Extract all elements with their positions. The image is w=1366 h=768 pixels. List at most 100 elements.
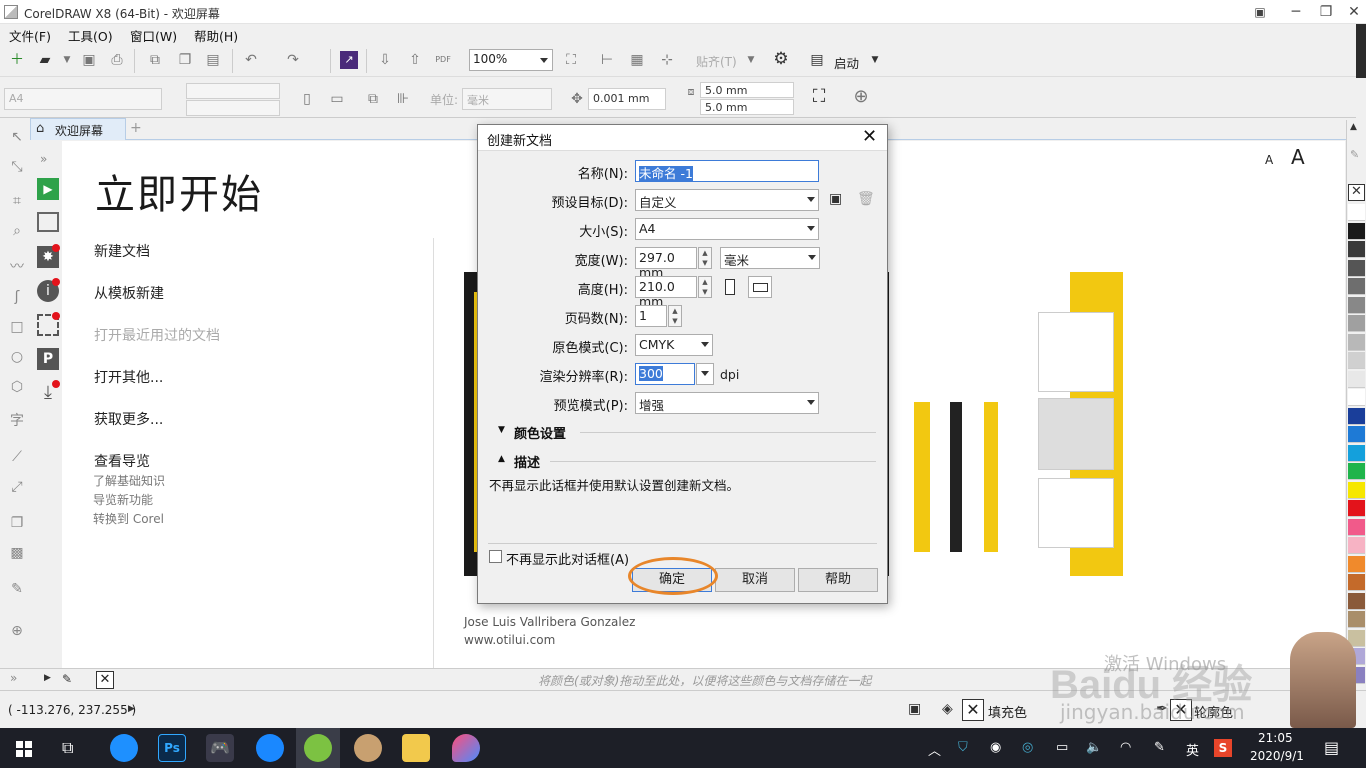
clock-date[interactable]: 2020/9/1 [1250, 749, 1304, 763]
ime-mode-indicator[interactable]: 英 [1186, 740, 1199, 759]
add-icon[interactable]: ⊕ [852, 88, 870, 106]
resolution-dropdown[interactable] [696, 363, 714, 385]
rectangle-tool-icon[interactable]: □ [8, 318, 26, 336]
name-input[interactable]: 未命名 -1 [635, 160, 819, 182]
fill-none-swatch[interactable]: ✕ [962, 699, 984, 721]
close-button[interactable]: ✕ [1336, 2, 1366, 22]
palette-eyedropper-icon[interactable]: ✎ [1350, 148, 1359, 161]
volume-icon[interactable]: 🔈 [1086, 740, 1102, 755]
workspace-icon[interactable] [37, 212, 59, 232]
color-swatch[interactable] [1348, 204, 1365, 221]
page-width-field[interactable] [186, 83, 280, 99]
color-mode-select[interactable]: CMYK [635, 334, 713, 356]
zoom-level-select[interactable]: 100% [469, 49, 553, 71]
print-icon[interactable]: ⎙ [108, 52, 126, 68]
portrait-orientation-button[interactable] [725, 279, 735, 295]
user-photo-icon[interactable] [354, 734, 382, 762]
launch-icon[interactable]: ▤ [808, 52, 826, 68]
help-button[interactable]: 帮助 [798, 568, 878, 592]
network-adapter-icon[interactable]: ▭ [1056, 740, 1068, 755]
cancel-button[interactable]: 取消 [715, 568, 795, 592]
color-swatch[interactable] [1348, 481, 1365, 499]
add-tool-icon[interactable]: ⊕ [8, 622, 26, 640]
launch-dropdown-icon[interactable]: ▼ [866, 52, 884, 68]
portrait-icon[interactable]: ▯ [298, 91, 316, 107]
color-swatch[interactable] [1348, 296, 1365, 314]
new-document-link[interactable]: 新建文档 [94, 241, 150, 261]
freehand-tool-icon[interactable]: 〰 [8, 258, 26, 276]
start-windows-icon[interactable] [16, 741, 32, 757]
ie-browser-icon[interactable] [110, 734, 138, 762]
open-dropdown-icon[interactable]: ▼ [58, 52, 76, 68]
rulers-icon[interactable]: ⊢ [598, 52, 616, 68]
shape-tool-icon[interactable]: ⤡ [8, 158, 26, 176]
zoom-tool-icon[interactable]: ⌕ [8, 222, 26, 240]
paste-icon[interactable]: ▤ [204, 52, 222, 68]
color-swatch[interactable] [1348, 592, 1365, 610]
color-swatch[interactable] [1348, 574, 1365, 591]
color-swatch[interactable] [1348, 315, 1365, 332]
duplicate-y-field[interactable]: 5.0 mm [700, 99, 794, 115]
photoshop-icon[interactable]: Ps [158, 734, 186, 762]
pen-input-icon[interactable]: ✎ [1154, 740, 1165, 755]
view-tour-heading[interactable]: 查看导览 [94, 451, 150, 471]
dont-show-checkbox[interactable] [489, 550, 502, 563]
file-explorer-icon[interactable] [402, 734, 430, 762]
new-document-icon[interactable]: ＋ [8, 52, 26, 68]
wifi-icon[interactable]: ◠ [1120, 740, 1131, 755]
delete-preset-icon[interactable]: 🗑 [857, 191, 875, 207]
landscape-icon[interactable]: ▭ [328, 91, 346, 107]
color-settings-section[interactable]: 颜色设置 [514, 423, 566, 442]
premium-icon[interactable]: P [37, 348, 59, 370]
save-preset-icon[interactable]: ▣ [829, 191, 842, 207]
full-screen-icon[interactable]: ⛶ [562, 52, 580, 68]
color-swatch[interactable] [1348, 241, 1365, 258]
grid-icon[interactable]: ▦ [628, 52, 646, 68]
transparency-icon[interactable]: ▩ [8, 544, 26, 562]
tour-switch-link[interactable]: 转换到 Corel [93, 510, 164, 527]
get-more-link[interactable]: 获取更多... [94, 409, 163, 429]
color-swatch[interactable] [1348, 352, 1365, 369]
units-select[interactable]: 毫米 [462, 88, 552, 110]
clock-time[interactable]: 21:05 [1258, 731, 1293, 745]
artistic-media-icon[interactable]: ʃ [8, 288, 26, 306]
duplicate-x-field[interactable]: 5.0 mm [700, 82, 794, 98]
ellipse-tool-icon[interactable]: ○ [8, 348, 26, 366]
pages-stepper[interactable]: ▲ ▼ [668, 305, 682, 327]
resolution-input[interactable]: 300 [635, 363, 695, 385]
tray-expand-icon[interactable]: ︿ [928, 740, 941, 759]
tray-sync-icon[interactable]: ◎ [1022, 740, 1033, 755]
cut-icon[interactable]: ⧉ [146, 52, 164, 68]
color-swatch[interactable] [1348, 611, 1365, 628]
menu-window[interactable]: 窗口(W) [130, 26, 177, 45]
color-swatch[interactable] [1348, 537, 1365, 554]
all-pages-icon[interactable]: ⧉ [364, 91, 382, 107]
sogou-ime-icon[interactable]: S [1214, 739, 1232, 757]
palette-menu-arrow-icon[interactable]: ▶ [44, 673, 51, 683]
color-swatch[interactable] [1348, 370, 1365, 388]
expand-chevron-icon[interactable]: » [40, 152, 47, 166]
dont-show-label[interactable]: 不再显示此对话框(A) [506, 549, 629, 568]
open-recent-link[interactable]: 打开最近用过的文档 [94, 325, 220, 345]
color-swatch[interactable] [1348, 500, 1365, 517]
search-content-icon[interactable]: ↗ [340, 51, 358, 69]
game-controller-icon[interactable]: 🎮 [206, 734, 234, 762]
tab-welcome-screen[interactable]: ⌂ 欢迎屏幕 [30, 118, 126, 140]
color-swatch[interactable] [1348, 555, 1365, 573]
width-stepper[interactable]: ▲ ▼ [698, 247, 712, 269]
paint-drop-icon[interactable] [452, 734, 480, 762]
color-swatch[interactable] [1348, 463, 1365, 480]
restore-layout-icon[interactable]: ▣ [1242, 2, 1278, 22]
color-swatch[interactable] [1348, 259, 1365, 277]
new-from-template-link[interactable]: 从模板新建 [94, 283, 164, 303]
unit-select[interactable]: 毫米 [720, 247, 820, 269]
menu-tools[interactable]: 工具(O) [68, 26, 113, 45]
tray-app-icon[interactable]: ◉ [990, 740, 1001, 755]
save-icon[interactable]: ▣ [80, 52, 98, 68]
font-smaller-button[interactable]: A [1265, 153, 1273, 167]
color-swatch[interactable] [1348, 222, 1365, 240]
size-select[interactable]: A4 [635, 218, 819, 240]
publish-pdf-icon[interactable]: PDF [434, 52, 452, 68]
polygon-tool-icon[interactable]: ⬡ [8, 378, 26, 396]
open-folder-icon[interactable]: ▰ [36, 52, 54, 68]
